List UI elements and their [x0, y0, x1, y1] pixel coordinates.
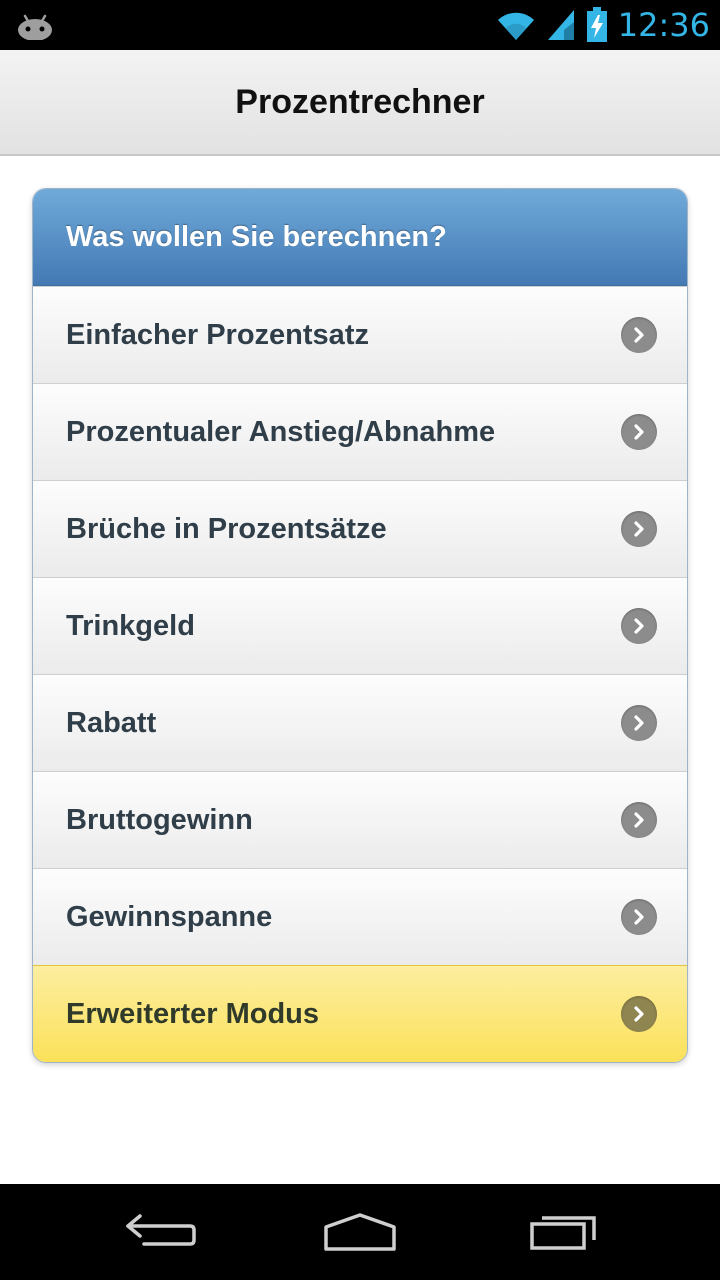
menu-item-prozentualer-anstieg[interactable]: Prozentualer Anstieg/Abnahme [33, 383, 687, 480]
app-header: Prozentrechner [0, 50, 720, 156]
back-icon [126, 1214, 196, 1246]
menu-item-einfacher-prozentsatz[interactable]: Einfacher Prozentsatz [33, 286, 687, 383]
menu-title: Was wollen Sie berechnen? [66, 220, 447, 253]
chevron-right-icon [621, 705, 657, 741]
menu-item-gewinnspanne[interactable]: Gewinnspanne [33, 868, 687, 965]
main-content: Was wollen Sie berechnen? Einfacher Proz… [0, 156, 720, 1184]
system-nav-bar [0, 1184, 720, 1280]
menu-item-label: Rabatt [66, 706, 157, 739]
menu-item-brueche[interactable]: Brüche in Prozentsätze [33, 480, 687, 577]
chevron-right-icon [621, 899, 657, 935]
chevron-right-icon [621, 511, 657, 547]
page-title: Prozentrechner [235, 82, 485, 121]
menu-item-rabatt[interactable]: Rabatt [33, 674, 687, 771]
menu-item-label: Brüche in Prozentsätze [66, 512, 387, 545]
battery-charging-icon [586, 7, 607, 42]
chevron-right-icon [621, 317, 657, 353]
menu-item-trinkgeld[interactable]: Trinkgeld [33, 577, 687, 674]
menu-item-erweiterter-modus[interactable]: Erweiterter Modus [33, 965, 687, 1062]
menu-item-bruttogewinn[interactable]: Bruttogewinn [33, 771, 687, 868]
home-button[interactable] [320, 1202, 400, 1262]
wifi-icon [497, 12, 534, 41]
status-clock: 12:36 [617, 6, 710, 44]
calculation-menu: Was wollen Sie berechnen? Einfacher Proz… [32, 188, 688, 1063]
chevron-right-icon [621, 608, 657, 644]
menu-item-label: Einfacher Prozentsatz [66, 318, 369, 351]
chevron-right-icon [621, 802, 657, 838]
menu-item-label: Bruttogewinn [66, 803, 253, 836]
menu-item-label: Erweiterter Modus [66, 997, 319, 1030]
android-icon [18, 14, 52, 40]
menu-header: Was wollen Sie berechnen? [33, 189, 687, 286]
home-icon [324, 1213, 396, 1251]
menu-item-label: Gewinnspanne [66, 900, 273, 933]
back-button[interactable] [120, 1202, 200, 1262]
chevron-right-icon [621, 414, 657, 450]
menu-item-label: Prozentualer Anstieg/Abnahme [66, 415, 496, 448]
recent-apps-icon [530, 1216, 596, 1250]
chevron-right-icon [621, 996, 657, 1032]
recent-apps-button[interactable] [522, 1202, 602, 1262]
menu-item-label: Trinkgeld [66, 609, 195, 642]
status-bar: 12:36 [0, 0, 720, 50]
signal-icon [547, 10, 574, 40]
